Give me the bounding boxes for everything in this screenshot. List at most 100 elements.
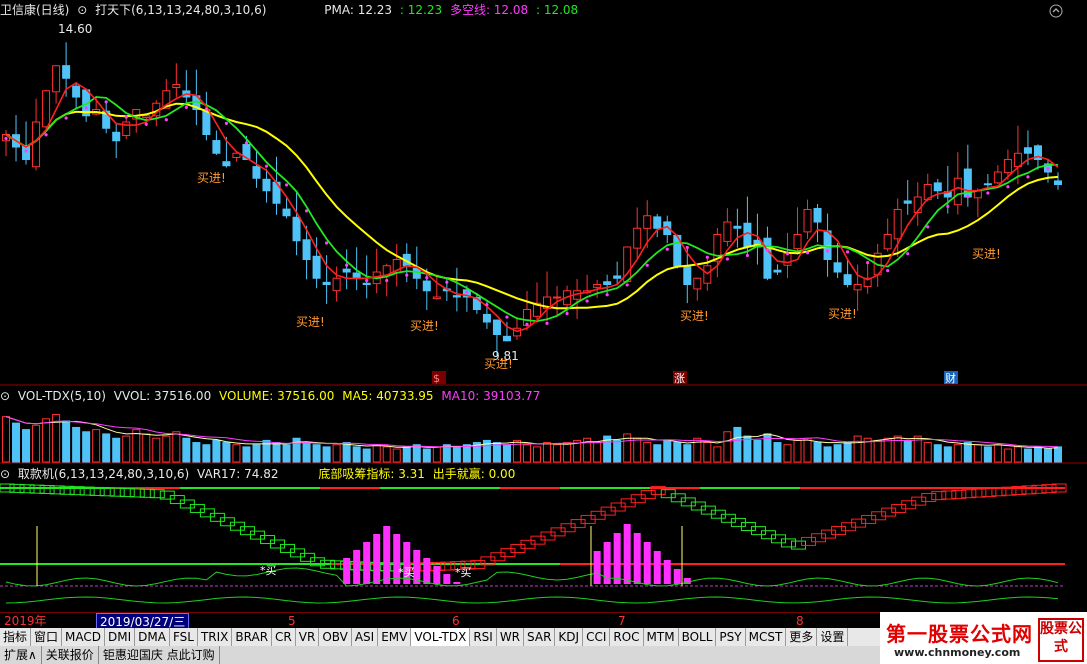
volume-bar [683, 444, 692, 463]
ma5-value: MA5: 40733.95 [342, 389, 434, 403]
volume-bar [342, 442, 351, 463]
candle-body [613, 275, 622, 279]
duokong-dot [846, 250, 850, 254]
volume-bar [162, 435, 171, 463]
volume-bar [142, 433, 151, 463]
candle-body [352, 272, 361, 279]
axis-month-5: 5 [288, 614, 296, 628]
volume-bar [973, 444, 982, 463]
volume-bar [713, 446, 722, 463]
green-line-value-2: : 12.08 [535, 3, 579, 17]
tab-19[interactable]: ROC [610, 628, 644, 646]
duokong-dot [204, 107, 208, 111]
price-panel[interactable]: 14.60 9.81 买进! 买进! 买进! 买进! 买进! 买进! 买进! $ 涨财 卫信康(日线… [0, 0, 1087, 386]
indicator-dropdown-icon[interactable]: ⊙ [77, 3, 87, 17]
bottom-signal-bar [343, 558, 351, 584]
volume-bar [202, 444, 211, 463]
volume-bar [212, 439, 221, 463]
duokong-dot [525, 322, 529, 326]
tab-12[interactable]: EMV [378, 628, 412, 646]
tab-6[interactable]: TRIX [198, 628, 233, 646]
duokong-dot [385, 278, 389, 283]
indicator-name[interactable]: 取款机(6,13,13,24,80,3,10,6) [18, 467, 189, 481]
volume-indicator-name[interactable]: VOL-TDX(5,10) [18, 389, 106, 403]
tab-14[interactable]: RSI [470, 628, 497, 646]
candle-body [72, 85, 81, 98]
candle-body [362, 282, 371, 286]
volume-bar [172, 431, 181, 463]
volume-bar [593, 442, 602, 463]
volume-bar [402, 446, 411, 463]
indicator-dropdown-icon-2[interactable]: ⊙ [0, 467, 10, 481]
axis-month-8: 8 [796, 614, 804, 628]
tab-18[interactable]: CCI [583, 628, 611, 646]
tab-4[interactable]: DMA [135, 628, 170, 646]
duokong-dot [645, 263, 649, 267]
candle-body [112, 131, 121, 142]
duokong-dot [4, 136, 8, 141]
tab-5[interactable]: FSL [170, 628, 198, 646]
buy-signal-label: 买进! [680, 309, 709, 323]
indicator-chart-svg[interactable]: *买 *买 *买 [0, 464, 1087, 612]
tab-9[interactable]: VR [296, 628, 320, 646]
volume-bar [462, 444, 471, 463]
volume-dropdown-icon[interactable]: ⊙ [0, 389, 10, 403]
volume-bar [502, 444, 511, 463]
volume-bar [62, 420, 71, 463]
tab-20[interactable]: MTM [644, 628, 679, 646]
tab-2[interactable]: MACD [62, 628, 106, 646]
tab-23[interactable]: MCST [746, 628, 787, 646]
volume-panel[interactable]: ⊙ VOL-TDX(5,10) VVOL: 37516.00 VOLUME: 3… [0, 386, 1087, 464]
price-chart-svg[interactable]: 14.609.81买进!买进! 买进!买进!买进! 买进!买进!$ 涨财 [0, 0, 1087, 386]
volume-bar [873, 439, 882, 463]
tab-13[interactable]: VOL-TDX [411, 628, 471, 646]
tab-3[interactable]: DMI [105, 628, 136, 646]
bottom-indicator-value: 底部吸筹指标: 3.31 [318, 467, 425, 481]
logo-title: 第一股票公式网 [886, 622, 1033, 646]
tab-15[interactable]: WR [497, 628, 525, 646]
tab-25[interactable]: 设置 [817, 628, 849, 646]
volume-bar [803, 437, 812, 463]
tab-8[interactable]: CR [272, 628, 296, 646]
main-indicator-name[interactable]: 打天下(6,13,13,24,80,3,10,6) [95, 3, 266, 17]
tab-0[interactable]: 指标 [0, 628, 32, 646]
expand-button[interactable]: 扩展∧ [0, 646, 42, 664]
tab-10[interactable]: OBV [319, 628, 352, 646]
indicator-panel[interactable]: *买 *买 *买 ⊙ 取款机(6,13,13,24,80,3,10,6) VAR17… [0, 464, 1087, 612]
candle-body [312, 255, 321, 279]
volume-bar [112, 437, 121, 463]
tab-11[interactable]: ASI [352, 628, 379, 646]
candle-body [222, 161, 231, 167]
candle-body [993, 171, 1002, 184]
volume-bar [352, 446, 361, 463]
candle-body [983, 183, 992, 186]
panel-settings-icon[interactable] [1049, 4, 1063, 18]
tab-22[interactable]: PSY [716, 628, 746, 646]
tab-1[interactable]: 窗口 [31, 628, 63, 646]
candle-body [593, 284, 602, 288]
tab-16[interactable]: SAR [524, 628, 556, 646]
event-badge: $ [433, 372, 440, 385]
bottom-signal-bar [443, 574, 451, 584]
duokong-dot [325, 241, 329, 245]
tab-7[interactable]: BRAR [232, 628, 273, 646]
tab-21[interactable]: BOLL [679, 628, 717, 646]
candle-body [893, 209, 902, 240]
bottom-signal-bar [653, 551, 661, 584]
promo-order-button[interactable]: 钜惠迎国庆 点此订购 [99, 646, 220, 664]
duokong-dot [966, 194, 970, 199]
duokong-dot [585, 299, 589, 303]
volume-bar [452, 446, 461, 463]
stock-title: 卫信康(日线) [0, 3, 70, 17]
tab-24[interactable]: 更多 [786, 628, 818, 646]
green-line-value: : 12.23 [399, 3, 443, 17]
related-quotes-button[interactable]: 关联报价 [42, 646, 99, 664]
tab-17[interactable]: KDJ [555, 628, 584, 646]
volume-bar [663, 439, 672, 463]
candle-body [813, 207, 822, 223]
volume-bar [563, 442, 572, 463]
volume-bar [282, 444, 291, 463]
duokong-dot [84, 106, 88, 110]
volume-bar [192, 442, 201, 463]
volume-bar [833, 444, 842, 463]
